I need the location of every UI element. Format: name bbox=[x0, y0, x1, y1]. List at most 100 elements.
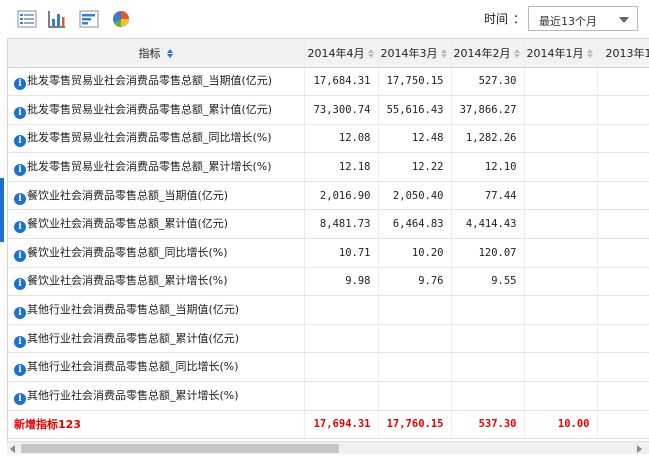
info-icon[interactable]: i bbox=[14, 278, 26, 291]
table-row[interactable]: i 批发零售贸易业社会消费品零售总额_当期值(亿元) 17,684.31 17,750… bbox=[8, 67, 649, 97]
column-header-indicator[interactable]: 指标 bbox=[8, 39, 305, 68]
indicator-cell: i 其他行业社会消费品零售总额_累计值(亿元) bbox=[8, 324, 305, 354]
side-handle[interactable] bbox=[0, 178, 4, 242]
indicator-name: 其他行业社会消费品零售总额_同比增长(%) bbox=[27, 360, 239, 374]
table-row[interactable]: i 其他行业社会消费品零售总额_累计增长(%) bbox=[8, 381, 649, 411]
sort-icon[interactable] bbox=[513, 49, 520, 59]
indicator-name: 其他行业社会消费品零售总额_累计值(亿元) bbox=[27, 331, 240, 345]
total-value-cell: 10.00 bbox=[524, 410, 598, 440]
indicator-name: 餐饮业社会消费品零售总额_累计增长(%) bbox=[27, 274, 228, 288]
column-header-label: 2014年4月 bbox=[307, 46, 365, 60]
value-cell: 12.48 bbox=[378, 124, 452, 154]
value-cell: 120.07 bbox=[451, 238, 525, 268]
info-icon[interactable]: i bbox=[14, 364, 26, 377]
indicator-cell: i 餐饮业社会消费品零售总额_累计值(亿元) bbox=[8, 209, 305, 240]
value-cell: 6,464.83 bbox=[378, 209, 452, 240]
horizontal-scrollbar[interactable] bbox=[7, 441, 649, 454]
total-value-cell: 537.30 bbox=[451, 410, 525, 440]
value-cell: 77.44 bbox=[451, 181, 525, 211]
value-cell bbox=[597, 324, 649, 354]
value-cell bbox=[378, 324, 452, 354]
horizontal-bar-chart-icon[interactable] bbox=[79, 9, 99, 29]
info-icon[interactable]: i bbox=[14, 392, 26, 405]
value-cell bbox=[378, 381, 452, 411]
table-row[interactable]: i 批发零售贸易业社会消费品零售总额_累计值(亿元) 73,300.74 55,616… bbox=[8, 95, 649, 125]
scrollbar-thumb[interactable] bbox=[21, 444, 339, 453]
info-icon[interactable]: i bbox=[14, 249, 26, 262]
table-view-icon[interactable] bbox=[17, 9, 37, 29]
value-cell: 9.55 bbox=[451, 267, 525, 297]
value-cell bbox=[378, 352, 452, 383]
table-row[interactable]: i 批发零售贸易业社会消费品零售总额_同比增长(%) 12.08 12.48 1,282… bbox=[8, 124, 649, 154]
value-cell: 20,58 bbox=[597, 67, 649, 97]
value-cell: 1 bbox=[597, 152, 649, 182]
pie-chart-icon[interactable] bbox=[111, 9, 131, 29]
value-cell bbox=[524, 352, 598, 383]
value-cell: 12.22 bbox=[378, 152, 452, 182]
value-cell bbox=[524, 381, 598, 411]
sort-icon[interactable] bbox=[167, 49, 173, 59]
value-cell bbox=[304, 352, 379, 383]
value-cell bbox=[597, 238, 649, 268]
column-header-period[interactable]: 2014年4月 bbox=[304, 39, 379, 68]
value-cell: 9.98 bbox=[304, 267, 379, 297]
indicator-cell: i 餐饮业社会消费品零售总额_累计增长(%) bbox=[8, 267, 305, 297]
value-cell bbox=[524, 124, 598, 154]
indicator-cell: i 餐饮业社会消费品零售总额_当期值(亿元) bbox=[8, 181, 305, 211]
scroll-left-icon[interactable] bbox=[10, 445, 15, 453]
value-cell bbox=[597, 295, 649, 325]
value-cell: 55,616.43 bbox=[378, 95, 452, 125]
value-cell bbox=[524, 152, 598, 182]
indicator-cell: i 批发零售贸易业社会消费品零售总额_累计值(亿元) bbox=[8, 95, 305, 125]
table-row[interactable]: i 餐饮业社会消费品零售总额_同比增长(%) 10.71 10.20 120.07 bbox=[8, 238, 649, 268]
table-row[interactable]: i 餐饮业社会消费品零售总额_当期值(亿元) 2,016.90 2,050.40 77.… bbox=[8, 181, 649, 211]
time-range-select[interactable]: 最近13个月 bbox=[528, 6, 638, 31]
info-icon[interactable]: i bbox=[14, 78, 26, 91]
sort-icon[interactable] bbox=[440, 49, 447, 59]
value-cell bbox=[597, 381, 649, 411]
value-cell: 10.71 bbox=[304, 238, 379, 268]
value-cell: 208,98 bbox=[597, 95, 649, 125]
info-icon[interactable]: i bbox=[14, 164, 26, 177]
value-cell bbox=[597, 267, 649, 297]
table-row[interactable]: i 其他行业社会消费品零售总额_当期值(亿元) bbox=[8, 295, 649, 325]
value-cell bbox=[304, 381, 379, 411]
sort-icon[interactable] bbox=[367, 49, 374, 59]
table-header-row: 指标 2014年4月 2014年3月 2014年2月 2014年1月 2013年… bbox=[8, 39, 649, 68]
column-header-period[interactable]: 2013年12 bbox=[597, 39, 649, 68]
indicator-name: 批发零售贸易业社会消费品零售总额_同比增长(%) bbox=[27, 131, 272, 145]
info-icon[interactable]: i bbox=[14, 135, 26, 148]
column-header-label: 指标 bbox=[138, 46, 161, 60]
total-value-cell: 17,694.31 bbox=[304, 410, 379, 440]
value-cell bbox=[451, 324, 525, 354]
bar-chart-icon[interactable] bbox=[47, 9, 67, 29]
table-row[interactable]: i 批发零售贸易业社会消费品零售总额_累计增长(%) 12.18 12.22 12.10… bbox=[8, 152, 649, 182]
column-header-period[interactable]: 2014年3月 bbox=[378, 39, 452, 68]
info-icon[interactable]: i bbox=[14, 221, 26, 234]
column-header-period[interactable]: 2014年2月 bbox=[451, 39, 525, 68]
indicator-name: 餐饮业社会消费品零售总额_当期值(亿元) bbox=[27, 188, 229, 202]
info-icon[interactable]: i bbox=[14, 106, 26, 119]
value-cell bbox=[451, 352, 525, 383]
value-cell: 10.20 bbox=[378, 238, 452, 268]
value-cell: 73,300.74 bbox=[304, 95, 379, 125]
total-row[interactable]: 新增指标12317,694.3117,760.15537.3010.0020,5… bbox=[8, 410, 649, 440]
time-colon: ： bbox=[513, 12, 526, 26]
table-row[interactable]: i 其他行业社会消费品零售总额_同比增长(%) bbox=[8, 352, 649, 383]
info-icon[interactable]: i bbox=[14, 192, 26, 205]
table-row[interactable]: i 其他行业社会消费品零售总额_累计值(亿元) bbox=[8, 324, 649, 354]
time-range-value: 最近13个月 bbox=[539, 15, 597, 28]
column-header-period[interactable]: 2014年1月 bbox=[524, 39, 598, 68]
info-icon[interactable]: i bbox=[14, 307, 26, 320]
info-icon[interactable]: i bbox=[14, 335, 26, 348]
value-cell: 527.30 bbox=[451, 67, 525, 97]
sort-icon[interactable] bbox=[586, 49, 593, 59]
table-row[interactable]: i 餐饮业社会消费品零售总额_累计增长(%) 9.98 9.76 9.55 bbox=[8, 267, 649, 297]
table-row[interactable]: i 餐饮业社会消费品零售总额_累计值(亿元) 8,481.73 6,464.83 4,4… bbox=[8, 209, 649, 240]
value-cell: 1 bbox=[597, 124, 649, 154]
time-label: 时间 bbox=[484, 12, 509, 26]
scroll-right-icon[interactable] bbox=[637, 445, 642, 453]
value-cell bbox=[524, 95, 598, 125]
value-cell bbox=[524, 267, 598, 297]
indicator-cell: i 其他行业社会消费品零售总额_当期值(亿元) bbox=[8, 295, 305, 325]
